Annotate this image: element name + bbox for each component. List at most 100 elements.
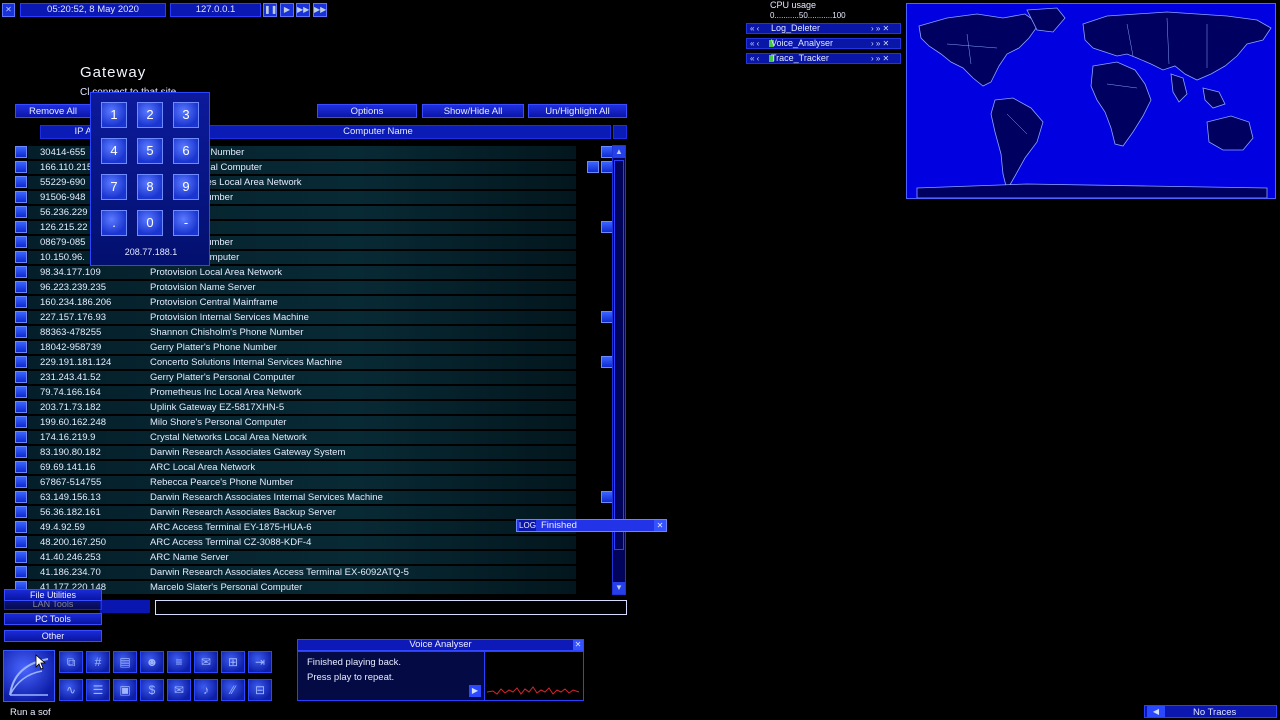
document-icon[interactable]: ≡ bbox=[167, 651, 191, 673]
row-select-checkbox[interactable] bbox=[15, 431, 27, 443]
pause-icon[interactable]: ❚❚ bbox=[263, 3, 277, 17]
list-icon[interactable]: ☰ bbox=[86, 679, 110, 701]
keypad-key[interactable]: - bbox=[173, 210, 199, 236]
process-voice-analyser[interactable]: « ‹ Voice_Analyser › » ✕ bbox=[746, 38, 901, 49]
dollar-icon[interactable]: $ bbox=[140, 679, 164, 701]
table-row[interactable]: 41.177.220.148 Marcelo Slater's Personal … bbox=[28, 581, 576, 594]
row-select-checkbox[interactable] bbox=[15, 326, 27, 338]
process-trace-tracker[interactable]: « ‹ Trace_Tracker › » ✕ bbox=[746, 53, 901, 64]
table-row[interactable]: 203.71.73.182 Uplink Gateway EZ-5817XHN-5 bbox=[28, 401, 576, 414]
scroll-thumb[interactable] bbox=[614, 160, 624, 550]
envelope-icon[interactable]: ✉ bbox=[194, 651, 218, 673]
row-select-checkbox[interactable] bbox=[15, 146, 27, 158]
fastest-icon[interactable]: ▶▶ bbox=[313, 3, 327, 17]
table-row[interactable]: 49.4.92.59 ARC Access Terminal EY-1875-HU… bbox=[28, 521, 576, 534]
music-icon[interactable]: ♪ bbox=[194, 679, 218, 701]
row-select-checkbox[interactable] bbox=[15, 491, 27, 503]
table-row[interactable]: 67867-514755 Rebecca Pearce's Phone Numbe… bbox=[28, 476, 576, 489]
play-icon[interactable]: ▶ bbox=[469, 685, 481, 697]
table-row[interactable]: 41.186.234.70 Darwin Research Associates … bbox=[28, 566, 576, 579]
other-button[interactable]: Other bbox=[4, 630, 102, 642]
scroll-down-icon[interactable]: ▼ bbox=[613, 582, 625, 594]
show-hide-all-button[interactable]: Show/Hide All bbox=[422, 104, 524, 118]
row-select-checkbox[interactable] bbox=[15, 401, 27, 413]
process-log-deleter[interactable]: « ‹ Log_Deleter › » ✕ bbox=[746, 23, 901, 34]
table-row[interactable]: 18042-958739 Gerry Platter's Phone Number bbox=[28, 341, 576, 354]
keypad-key[interactable]: 4 bbox=[101, 138, 127, 164]
keypad-key[interactable]: 2 bbox=[137, 102, 163, 128]
table-row[interactable]: 88363-478255 Shannon Chisholm's Phone Num… bbox=[28, 326, 576, 339]
table-row[interactable]: 98.34.177.109 Protovision Local Area Netw… bbox=[28, 266, 576, 279]
trace-indicator[interactable]: ◀ No Traces bbox=[1144, 705, 1277, 718]
world-map[interactable] bbox=[906, 3, 1276, 199]
row-select-checkbox[interactable] bbox=[15, 311, 27, 323]
nav-left-icon[interactable]: « ‹ bbox=[750, 54, 759, 63]
nav-left-icon[interactable]: « ‹ bbox=[750, 24, 759, 33]
options-button[interactable]: Options bbox=[317, 104, 417, 118]
row-select-checkbox[interactable] bbox=[15, 161, 27, 173]
waveform-icon[interactable]: ∿ bbox=[59, 679, 83, 701]
unhighlight-all-button[interactable]: Un/Highlight All bbox=[528, 104, 627, 118]
table-row[interactable]: 160.234.186.206 Protovision Central Mainf… bbox=[28, 296, 576, 309]
row-select-checkbox[interactable] bbox=[15, 281, 27, 293]
row-select-checkbox[interactable] bbox=[15, 416, 27, 428]
nav-right-icon[interactable]: › » ✕ bbox=[871, 54, 889, 63]
close-icon[interactable]: ✕ bbox=[654, 520, 666, 531]
remove-all-button[interactable]: Remove All bbox=[15, 104, 91, 118]
row-select-checkbox[interactable] bbox=[15, 176, 27, 188]
row-select-checkbox[interactable] bbox=[15, 461, 27, 473]
keypad-key[interactable]: . bbox=[101, 210, 127, 236]
row-action-icon[interactable] bbox=[587, 161, 599, 173]
table-row[interactable]: 41.40.246.253 ARC Name Server bbox=[28, 551, 576, 564]
keypad-key[interactable]: 6 bbox=[173, 138, 199, 164]
row-select-checkbox[interactable] bbox=[15, 356, 27, 368]
row-select-checkbox[interactable] bbox=[15, 446, 27, 458]
arrow-icon[interactable]: ⇥ bbox=[248, 651, 272, 673]
hash-icon[interactable]: # bbox=[86, 651, 110, 673]
nav-left-icon[interactable]: « ‹ bbox=[750, 39, 759, 48]
row-select-checkbox[interactable] bbox=[15, 551, 27, 563]
keypad-key[interactable]: 5 bbox=[137, 138, 163, 164]
table-row[interactable]: 79.74.166.164 Prometheus Inc Local Area N… bbox=[28, 386, 576, 399]
book-icon[interactable]: ▤ bbox=[113, 651, 137, 673]
row-select-checkbox[interactable] bbox=[15, 206, 27, 218]
row-select-checkbox[interactable] bbox=[15, 386, 27, 398]
nav-right-icon[interactable]: › » ✕ bbox=[871, 39, 889, 48]
table-row[interactable]: 83.190.80.182 Darwin Research Associates … bbox=[28, 446, 576, 459]
scroll-up-icon[interactable]: ▲ bbox=[613, 146, 625, 158]
table-row[interactable]: 227.157.176.93 Protovision Internal Servi… bbox=[28, 311, 576, 324]
row-select-checkbox[interactable] bbox=[15, 191, 27, 203]
table-row[interactable]: 199.60.162.248 Milo Shore's Personal Comp… bbox=[28, 416, 576, 429]
row-select-checkbox[interactable] bbox=[15, 371, 27, 383]
row-select-checkbox[interactable] bbox=[15, 266, 27, 278]
table-row[interactable]: 96.223.239.235 Protovision Name Server bbox=[28, 281, 576, 294]
trace-arrow-icon[interactable]: ◀ bbox=[1147, 706, 1165, 717]
column-header-name[interactable]: Computer Name bbox=[145, 125, 611, 139]
mail-icon[interactable]: ✉ bbox=[167, 679, 191, 701]
file-utilities-button[interactable]: File Utilities bbox=[4, 589, 102, 601]
keypad-key[interactable]: 9 bbox=[173, 174, 199, 200]
keypad-key[interactable]: 8 bbox=[137, 174, 163, 200]
keypad-key[interactable]: 0 bbox=[137, 210, 163, 236]
tree-icon[interactable]: ⊟ bbox=[248, 679, 272, 701]
row-select-checkbox[interactable] bbox=[15, 221, 27, 233]
play-icon[interactable]: ▶ bbox=[280, 3, 294, 17]
close-icon[interactable]: ✕ bbox=[2, 3, 15, 17]
window-icon[interactable]: ⧉ bbox=[59, 651, 83, 673]
fast-forward-icon[interactable]: ▶▶ bbox=[296, 3, 310, 17]
table-row[interactable]: 63.149.156.13 Darwin Research Associates … bbox=[28, 491, 576, 504]
keypad-key[interactable]: 7 bbox=[101, 174, 127, 200]
close-icon[interactable]: ✕ bbox=[573, 640, 583, 650]
row-select-checkbox[interactable] bbox=[15, 536, 27, 548]
table-row[interactable]: 69.69.141.16 ARC Local Area Network bbox=[28, 461, 576, 474]
row-select-checkbox[interactable] bbox=[15, 296, 27, 308]
command-input[interactable] bbox=[155, 600, 627, 615]
keypad-key[interactable]: 1 bbox=[101, 102, 127, 128]
software-menu-icon[interactable] bbox=[3, 650, 55, 702]
row-select-checkbox[interactable] bbox=[15, 506, 27, 518]
row-select-checkbox[interactable] bbox=[15, 236, 27, 248]
row-select-checkbox[interactable] bbox=[15, 476, 27, 488]
table-row[interactable]: 174.16.219.9 Crystal Networks Local Area … bbox=[28, 431, 576, 444]
code-icon[interactable]: ⁄⁄ bbox=[221, 679, 245, 701]
pc-tools-button[interactable]: PC Tools bbox=[4, 613, 102, 625]
